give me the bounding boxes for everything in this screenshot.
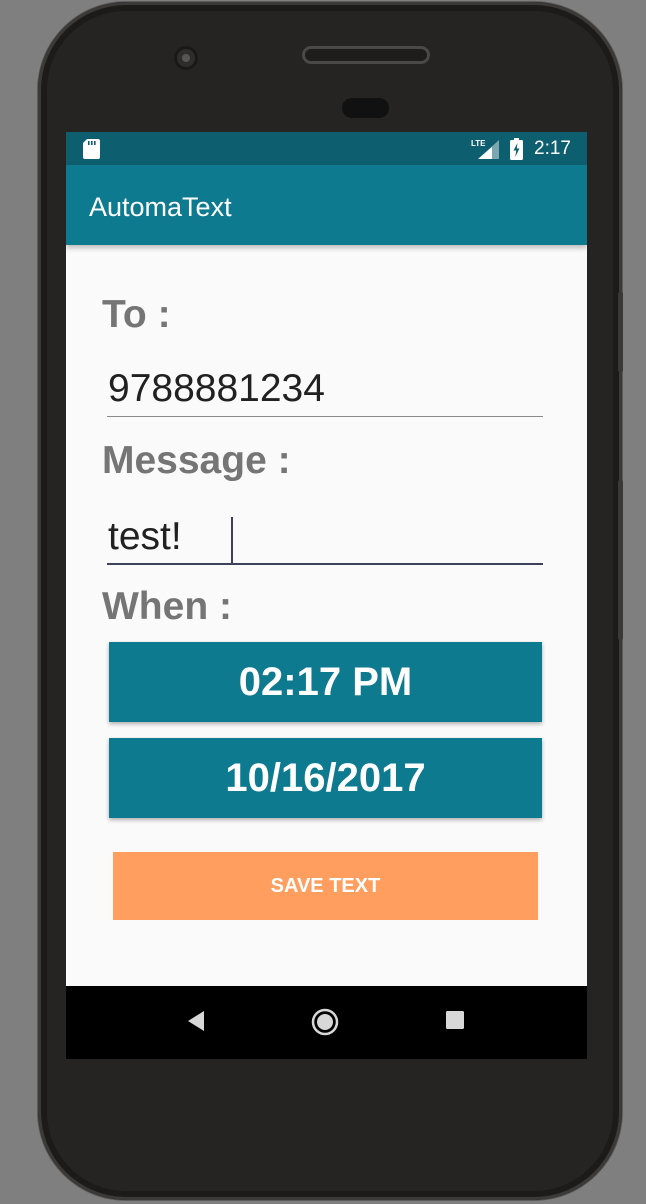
proximity-sensor bbox=[342, 98, 389, 118]
status-time: 2:17 bbox=[534, 138, 571, 159]
back-icon[interactable] bbox=[186, 1010, 206, 1032]
app-title: AutomaText bbox=[89, 192, 232, 222]
to-field-value[interactable]: 9788881234 bbox=[108, 367, 325, 411]
battery-charging-icon bbox=[510, 138, 523, 160]
sd-card-icon bbox=[83, 139, 100, 159]
to-label: To : bbox=[102, 293, 171, 336]
volume-rocker bbox=[618, 480, 623, 640]
message-field[interactable]: test! bbox=[107, 513, 543, 565]
message-label: Message : bbox=[102, 439, 291, 482]
time-picker-button[interactable]: 02:17 PM bbox=[109, 642, 542, 722]
to-field[interactable]: 9788881234 bbox=[107, 365, 543, 417]
navigation-bar bbox=[66, 986, 587, 1059]
when-label: When : bbox=[102, 585, 232, 628]
to-field-underline bbox=[107, 416, 543, 417]
front-camera bbox=[174, 46, 198, 70]
status-bar: LTE 2:17 bbox=[66, 132, 587, 165]
recents-icon[interactable] bbox=[446, 1011, 464, 1029]
svg-text:LTE: LTE bbox=[471, 139, 486, 148]
message-field-value[interactable]: test! bbox=[108, 515, 182, 559]
lte-signal-icon: LTE bbox=[471, 139, 499, 159]
screen: LTE 2:17 AutomaText To : 9788881234 Mess… bbox=[66, 132, 587, 1059]
message-field-underline bbox=[107, 563, 543, 565]
text-cursor bbox=[231, 517, 233, 563]
power-button bbox=[618, 292, 623, 372]
home-icon[interactable] bbox=[311, 1008, 339, 1036]
save-text-button[interactable]: SAVE TEXT bbox=[113, 852, 538, 920]
date-picker-button[interactable]: 10/16/2017 bbox=[109, 738, 542, 818]
app-bar: AutomaText bbox=[66, 165, 587, 245]
earpiece-speaker bbox=[302, 46, 430, 64]
